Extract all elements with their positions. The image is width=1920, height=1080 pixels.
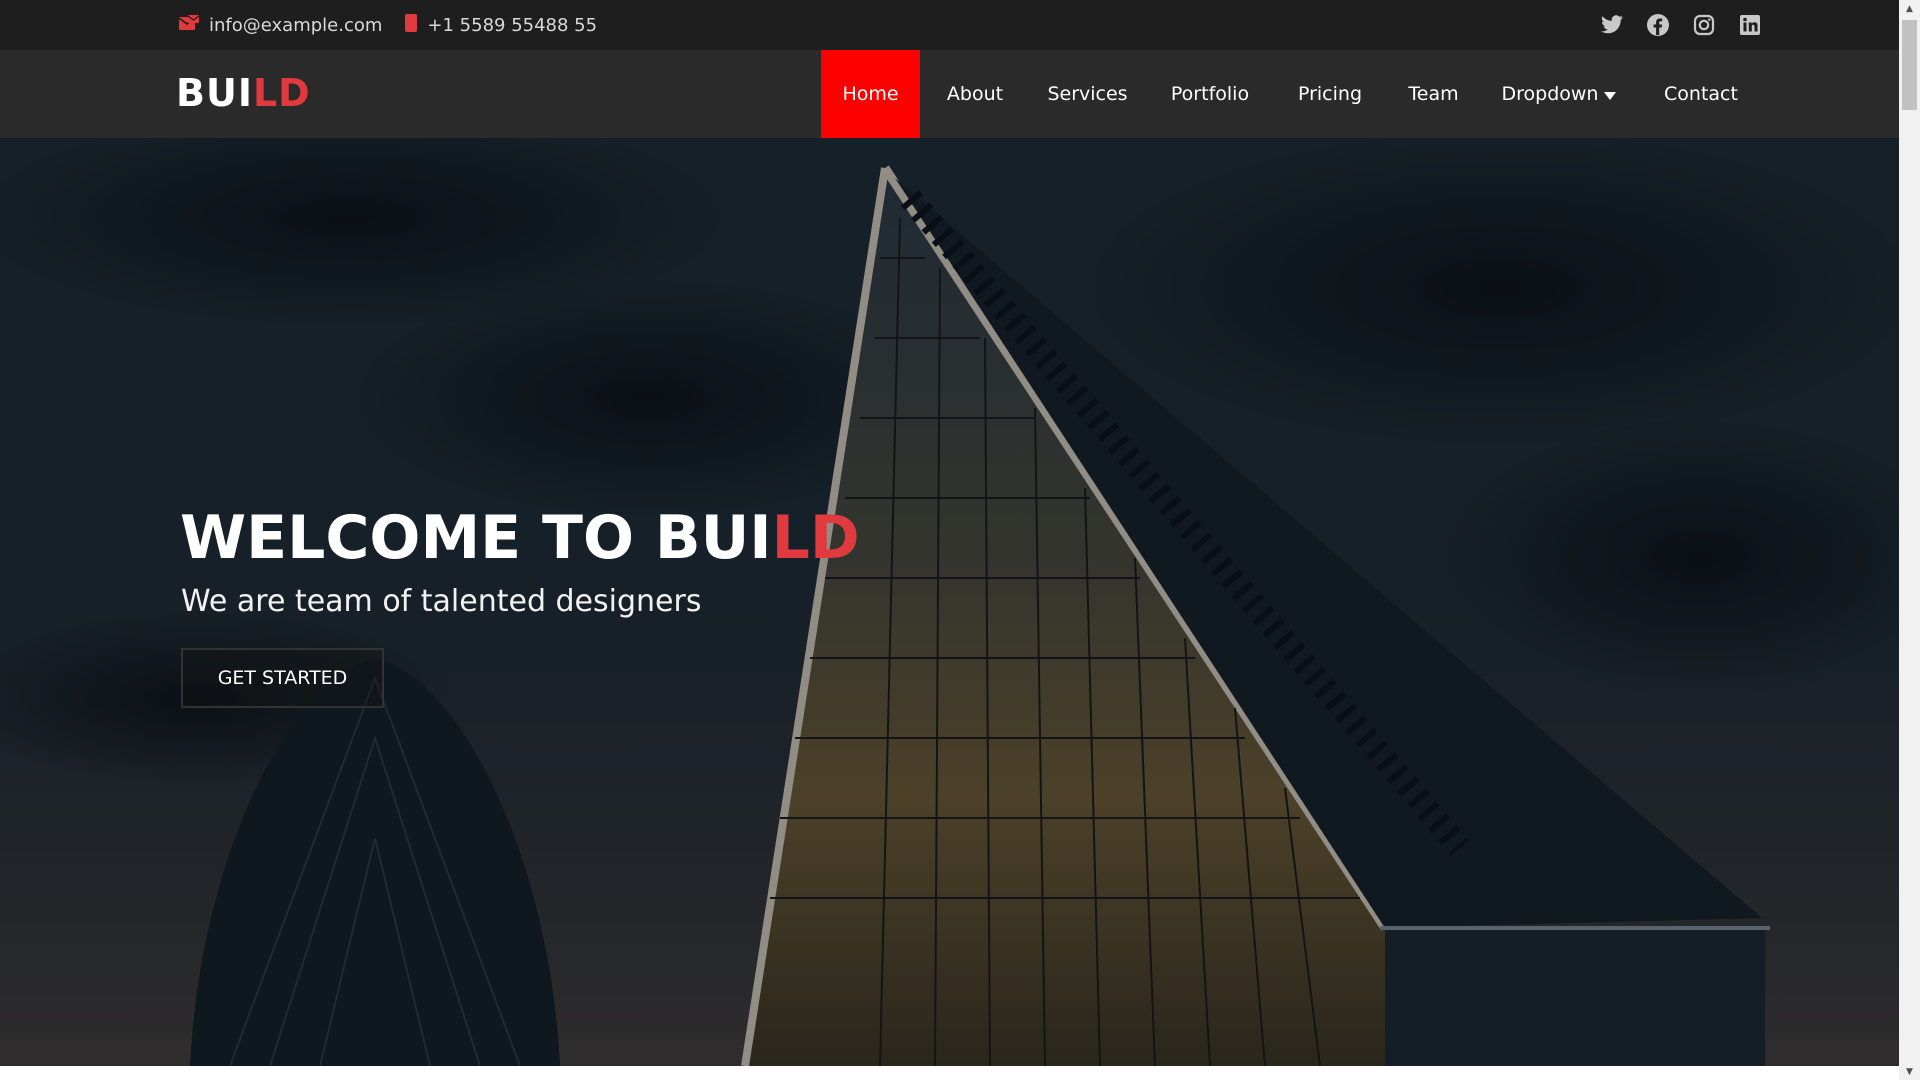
hero-section: WELCOME TO BUILD We are team of talented…	[0, 138, 1899, 1066]
nav-label: Pricing	[1297, 83, 1363, 105]
hero-title-red: LD	[771, 503, 860, 573]
envelope-icon	[178, 14, 200, 37]
nav-item-about[interactable]: About	[920, 50, 1030, 138]
instagram-icon[interactable]	[1692, 13, 1716, 37]
scroll-up-arrow-icon[interactable]: ▲	[1899, 0, 1920, 17]
vertical-scrollbar[interactable]: ▲ ▼	[1899, 0, 1920, 1080]
phone-icon	[404, 13, 418, 38]
phone-text: +1 5589 55488 55	[427, 14, 598, 36]
hero-title: WELCOME TO BUILD	[180, 498, 860, 578]
top-bar: info@example.com +1 5589 55488 55	[0, 0, 1899, 50]
nav-item-portfolio[interactable]: Portfolio	[1145, 50, 1275, 138]
nav-item-dropdown[interactable]: Dropdown	[1482, 50, 1636, 138]
nav-label: Portfolio	[1170, 83, 1250, 105]
nav-item-home[interactable]: Home	[821, 50, 920, 138]
nav-item-team[interactable]: Team	[1385, 50, 1482, 138]
page-bottom-edge	[0, 1066, 1899, 1080]
nav-menu: Home About Services Portfolio Pricing Te…	[821, 50, 1766, 138]
social-links	[1600, 0, 1762, 50]
nav-item-contact[interactable]: Contact	[1636, 50, 1766, 138]
email-text: info@example.com	[209, 14, 383, 36]
nav-label: About	[946, 83, 1004, 105]
hero-subtitle: We are team of talented designers	[181, 584, 702, 619]
twitter-icon[interactable]	[1600, 13, 1624, 37]
email-contact[interactable]: info@example.com	[178, 14, 382, 37]
linkedin-icon[interactable]	[1738, 13, 1762, 37]
nav-label: Team	[1408, 83, 1459, 105]
nav-label: Dropdown	[1501, 83, 1599, 105]
phone-contact[interactable]: +1 5589 55488 55	[404, 13, 597, 38]
hero-title-white: WELCOME TO BUI	[180, 503, 772, 573]
nav-label: Services	[1047, 83, 1128, 105]
nav-label: Home	[842, 83, 899, 105]
contact-info: info@example.com +1 5589 55488 55	[178, 0, 597, 50]
get-started-button[interactable]: GET STARTED	[181, 648, 384, 708]
nav-item-pricing[interactable]: Pricing	[1275, 50, 1385, 138]
nav-label: Contact	[1664, 83, 1738, 105]
nav-item-services[interactable]: Services	[1030, 50, 1145, 138]
scrollbar-thumb[interactable]	[1902, 20, 1917, 110]
scroll-down-arrow-icon[interactable]: ▼	[1899, 1063, 1920, 1080]
facebook-icon[interactable]	[1646, 13, 1670, 37]
site-logo[interactable]: BUILD	[176, 68, 311, 118]
logo-text-red: LD	[252, 71, 311, 115]
main-navbar: BUILD Home About Services Portfolio Pric…	[0, 50, 1899, 138]
logo-text-white: BUI	[176, 71, 253, 115]
caret-down-icon	[1604, 83, 1617, 105]
